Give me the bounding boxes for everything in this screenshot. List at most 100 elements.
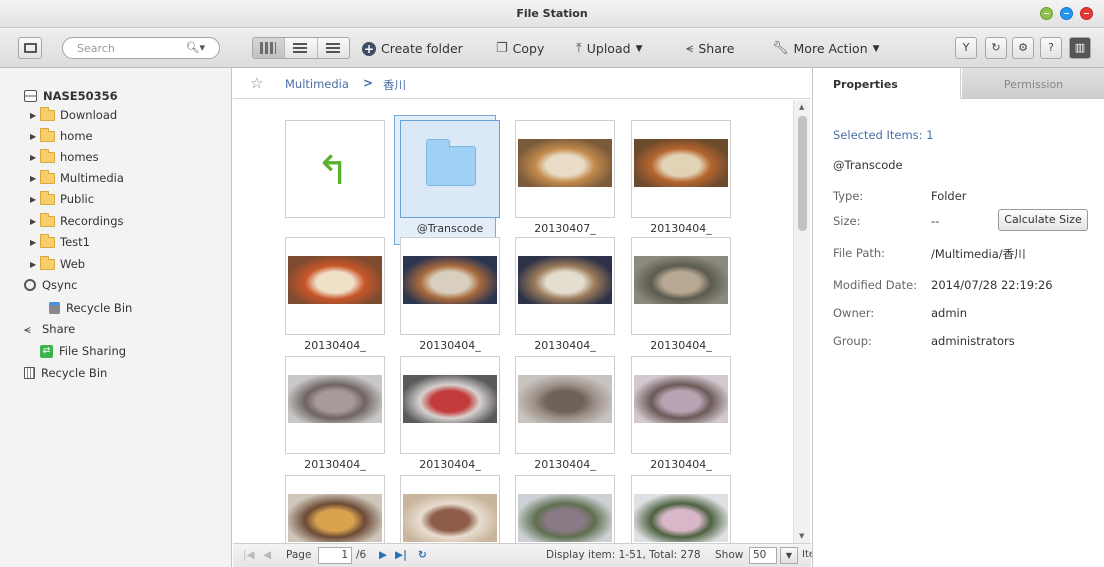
sidebar-toggle-button[interactable] bbox=[18, 37, 42, 59]
sidebar-item-web[interactable]: ▶ Web bbox=[30, 254, 85, 274]
file-sharing-label: File Sharing bbox=[59, 344, 127, 358]
prev-page-icon[interactable]: ◀ bbox=[263, 549, 271, 561]
tile-thumbnail bbox=[631, 475, 731, 543]
tile-label: 20130407_ bbox=[534, 222, 596, 235]
sidebar-item-multimedia[interactable]: ▶ Multimedia bbox=[30, 168, 124, 188]
settings-button[interactable]: ⚙ bbox=[1012, 37, 1034, 59]
tile-label: 20130404_ bbox=[650, 339, 712, 352]
expand-arrow-icon[interactable]: ▶ bbox=[30, 153, 40, 162]
tile-thumbnail bbox=[400, 237, 500, 335]
scroll-up-icon[interactable]: ▲ bbox=[799, 103, 804, 111]
group-label: Group: bbox=[833, 334, 872, 348]
chevron-down-icon[interactable]: ▼ bbox=[780, 547, 798, 564]
page-input[interactable]: 1 bbox=[318, 547, 352, 564]
sidebar-item-nas[interactable]: NASE50356 bbox=[24, 86, 118, 106]
create-folder-button[interactable]: + Create folder bbox=[362, 41, 463, 56]
expand-arrow-icon[interactable]: ▶ bbox=[30, 217, 40, 226]
window-title: File Station bbox=[516, 7, 588, 20]
properties-tabs: Properties Permission bbox=[813, 68, 1104, 99]
close-button[interactable] bbox=[1080, 7, 1093, 20]
tile-thumbnail bbox=[285, 475, 385, 543]
detail-list-icon bbox=[325, 43, 340, 53]
upload-button[interactable]: ⤒ Upload ▼ bbox=[576, 41, 642, 56]
scrollbar-thumb[interactable] bbox=[798, 116, 807, 231]
expand-arrow-icon[interactable]: ▶ bbox=[30, 238, 40, 247]
photo-image bbox=[634, 375, 728, 423]
tile-label: 20130404_ bbox=[650, 458, 712, 471]
tile-thumbnail bbox=[285, 356, 385, 454]
list-icon bbox=[293, 43, 308, 53]
show-label: Show bbox=[715, 549, 744, 561]
calculate-size-button[interactable]: Calculate Size bbox=[998, 209, 1088, 231]
sidebar-item-public[interactable]: ▶ Public bbox=[30, 189, 94, 209]
first-page-icon[interactable]: |◀ bbox=[243, 549, 255, 561]
tab-permission[interactable]: Permission bbox=[962, 68, 1104, 99]
next-page-icon[interactable]: ▶ bbox=[379, 549, 387, 561]
share-button[interactable]: ⪪ Share bbox=[686, 41, 734, 56]
display-info: Display item: 1-51, Total: 278 bbox=[546, 549, 701, 561]
filter-button[interactable]: Y bbox=[955, 37, 977, 59]
refresh-button[interactable]: ↻ bbox=[985, 37, 1007, 59]
star-icon[interactable]: ☆ bbox=[250, 74, 263, 92]
folder-icon bbox=[426, 139, 476, 186]
search-placeholder: Search bbox=[77, 42, 115, 55]
refresh-icon[interactable]: ↻ bbox=[418, 549, 427, 561]
sidebar-item-download[interactable]: ▶ Download bbox=[30, 105, 117, 125]
expand-arrow-icon[interactable]: ▶ bbox=[30, 174, 40, 183]
share-icon: ⪪ bbox=[24, 321, 31, 336]
minimize-button[interactable] bbox=[1040, 7, 1053, 20]
photo-image bbox=[518, 375, 612, 423]
tile-thumbnail bbox=[515, 120, 615, 218]
help-button[interactable]: ? bbox=[1040, 37, 1062, 59]
copy-label: Copy bbox=[512, 41, 545, 56]
help-icon: ? bbox=[1048, 41, 1054, 54]
maximize-button[interactable] bbox=[1060, 7, 1073, 20]
sidebar-item-recycle-bin[interactable]: Recycle Bin bbox=[24, 363, 107, 383]
sidebar-item-share[interactable]: ⪪ Share bbox=[24, 319, 75, 339]
photo-image bbox=[634, 256, 728, 304]
owner-label: Owner: bbox=[833, 306, 875, 320]
sidebar-item-recordings[interactable]: ▶ Recordings bbox=[30, 211, 124, 231]
sidebar-item-qsync-recycle-bin[interactable]: Recycle Bin bbox=[49, 298, 132, 318]
tab-properties[interactable]: Properties bbox=[813, 68, 961, 99]
breadcrumb-root[interactable]: Multimedia bbox=[285, 77, 349, 91]
copy-button[interactable]: ❐ Copy bbox=[496, 41, 544, 56]
thumbnail-view-button[interactable] bbox=[253, 38, 286, 58]
list-view-button[interactable] bbox=[285, 38, 318, 58]
search-input[interactable]: Search 🔍︎▾ bbox=[62, 37, 220, 59]
expand-arrow-icon[interactable]: ▶ bbox=[30, 111, 40, 120]
type-value: Folder bbox=[931, 189, 967, 203]
expand-arrow-icon[interactable]: ▶ bbox=[30, 132, 40, 141]
total-pages: /6 bbox=[356, 549, 367, 561]
folder-label: Public bbox=[60, 192, 95, 206]
breadcrumb-current[interactable]: 香川 bbox=[383, 77, 406, 93]
type-label: Type: bbox=[833, 189, 864, 203]
panel-toggle-button[interactable]: ▥ bbox=[1069, 37, 1091, 59]
more-action-button[interactable]: 🔧︎ More Action ▼ bbox=[772, 41, 880, 56]
expand-arrow-icon[interactable]: ▶ bbox=[30, 260, 40, 269]
sidebar-item-file-sharing[interactable]: ⇄ File Sharing bbox=[40, 341, 126, 361]
sidebar-item-qsync[interactable]: Qsync bbox=[24, 275, 77, 295]
sidebar-item-test1[interactable]: ▶ Test1 bbox=[30, 232, 90, 252]
items-per-page-select[interactable]: 50 bbox=[749, 547, 777, 564]
sidebar-item-homes[interactable]: ▶ homes bbox=[30, 147, 99, 167]
vertical-scrollbar[interactable]: ▲ ▼ bbox=[793, 100, 810, 543]
last-page-icon[interactable]: ▶| bbox=[395, 549, 407, 561]
upload-label: Upload bbox=[586, 41, 631, 56]
tile-label: 20130404_ bbox=[304, 458, 366, 471]
search-icon[interactable]: 🔍︎▾ bbox=[186, 41, 206, 54]
folder-icon bbox=[40, 233, 55, 248]
share-icon: ⪪ bbox=[686, 41, 694, 56]
gear-icon: ⚙ bbox=[1018, 41, 1028, 54]
sidebar-item-home[interactable]: ▶ home bbox=[30, 126, 93, 146]
folder-icon bbox=[40, 148, 55, 163]
photo-image bbox=[288, 494, 382, 542]
detail-view-button[interactable] bbox=[318, 38, 349, 58]
scroll-down-icon[interactable]: ▼ bbox=[799, 532, 804, 540]
panel-icon: ▥ bbox=[1074, 41, 1086, 54]
file-path-value: /Multimedia/香川 bbox=[931, 247, 1026, 261]
breadcrumb: ☆ Multimedia > 香川 bbox=[233, 68, 811, 99]
expand-arrow-icon[interactable]: ▶ bbox=[30, 195, 40, 204]
file-path-label: File Path: bbox=[833, 246, 886, 260]
folder-label: Test1 bbox=[60, 235, 90, 249]
